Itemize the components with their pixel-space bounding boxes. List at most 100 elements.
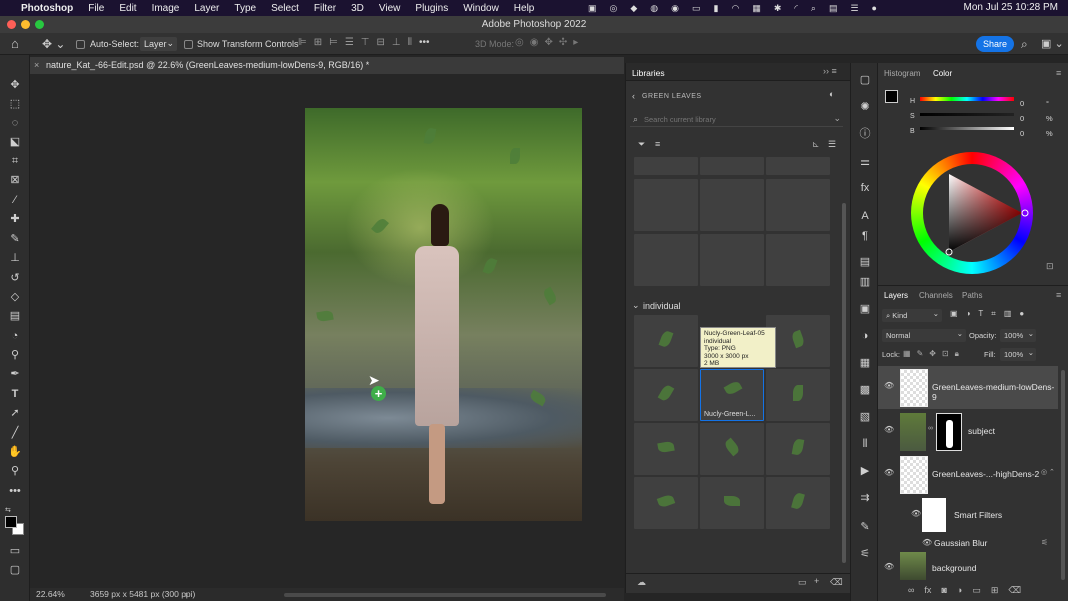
visibility-eye-icon[interactable]: 👁︎ [911,509,921,518]
brightness-slider[interactable] [920,127,1014,130]
smart-filter-indicator-icon[interactable]: ◎ ⌃ [1041,468,1055,476]
healing-brush-tool-icon[interactable]: ✚ [7,212,23,226]
menu-help[interactable]: Help [514,3,535,14]
visibility-eye-icon[interactable]: 👁︎ [884,562,894,571]
opacity-field[interactable]: 100% ⌄ [1000,329,1036,342]
more-options-icon[interactable]: ••• [419,37,430,48]
tab-layers[interactable]: Layers [884,291,908,300]
layer-name[interactable]: background [932,563,976,573]
visibility-eye-icon[interactable]: 👁︎ [884,468,894,477]
adjustment-filter-icon[interactable]: ◑ [966,309,971,319]
layers-scrollbar[interactable] [1061,370,1065,580]
library-item[interactable] [634,234,698,286]
delete-layer-icon[interactable]: ⌫ [1008,585,1021,596]
tab-color[interactable]: Color [933,69,952,78]
comments-icon[interactable]: ▢ [857,73,873,87]
shape-filter-icon[interactable]: ⌗ [991,309,996,319]
layer-mask-thumbnail[interactable] [936,413,962,451]
color-triangle[interactable] [911,152,1033,274]
lock-artboard-icon[interactable]: ⊡ [942,349,949,359]
color-wheel[interactable] [911,152,1033,274]
library-item[interactable] [766,234,830,286]
library-item[interactable] [634,157,698,175]
adjustment-layer-icon[interactable]: ◑ [957,585,962,596]
visibility-eye-icon[interactable]: 👁︎ [884,425,894,434]
smart-object-filter-icon[interactable]: ▥ [1004,309,1012,319]
menu-file[interactable]: File [88,3,104,14]
smart-filter-mask-thumbnail[interactable] [922,498,946,532]
layer-row-selected[interactable]: 👁︎ GreenLeaves-medium-lowDens-9 [878,366,1058,409]
trash-icon[interactable]: ⌫ [830,577,843,588]
menu-filter[interactable]: Filter [314,3,336,14]
tab-libraries[interactable]: Libraries [632,68,665,78]
properties-icon[interactable]: ⚌ [857,155,873,169]
grammarly-icon[interactable]: ◉ [671,3,679,14]
grid-icon[interactable]: ▦ [752,3,761,14]
gradients-icon[interactable]: ▧ [857,410,873,424]
share-button[interactable]: Share [976,36,1014,52]
kind-filter[interactable]: ⌕ Kind ⌄ [882,309,942,322]
menu-3d[interactable]: 3D [351,3,364,14]
library-item[interactable] [766,477,830,529]
distribute-icon[interactable]: ☰ [345,37,354,48]
menu-app[interactable]: Photoshop [21,3,73,14]
blend-mode-dropdown[interactable]: Normal ⌄ [882,329,966,342]
glyphs-icon[interactable]: ▤ [857,255,873,269]
library-item[interactable] [634,315,698,367]
actions-icon[interactable]: ▶ [857,464,873,478]
menu-image[interactable]: Image [152,3,180,14]
back-arrow-icon[interactable]: ‹ [632,91,635,101]
h-value[interactable]: 0 [1020,99,1024,108]
filter-icon[interactable]: ⏷ [638,139,645,150]
lock-all-icon[interactable]: 🔒︎ [955,349,959,359]
view-type-icon[interactable]: ⊾ [812,139,820,150]
eraser-tool-icon[interactable]: ◇ [7,290,23,304]
new-group-icon[interactable]: ▭ [972,585,981,596]
history-brush-tool-icon[interactable]: ↺ [7,271,23,285]
move-tool-icon[interactable]: ✥ [7,78,23,92]
cloud-icon[interactable]: ☁ [637,577,646,588]
layer-name[interactable]: subject [968,426,995,436]
panel-menu-icon[interactable]: ≡ [1056,68,1061,78]
document-info[interactable]: 3659 px x 5481 px (300 ppi) [90,588,195,601]
edit-toolbar-icon[interactable]: ••• [7,484,23,498]
line-tool-icon[interactable]: ╱ [7,426,23,440]
screen-record-icon[interactable]: ▣ [588,3,597,14]
pen-tool-icon[interactable]: ✒ [7,367,23,381]
add-person-icon[interactable]: ◐ [829,89,834,99]
channels-icon[interactable]: ⦀ [857,437,873,451]
quick-mask-icon[interactable]: ▭ [7,544,23,558]
brush-settings-icon[interactable]: ⚟ [857,547,873,561]
dropbox-icon[interactable]: ◆ [630,3,637,14]
creative-cloud-icon[interactable]: ◎ [610,3,618,14]
arc-icon[interactable]: ◠ [731,3,739,14]
wifi-icon[interactable]: ◜ [794,3,798,14]
menu-window[interactable]: Window [463,3,499,14]
zoom-window-button[interactable] [35,20,44,29]
hue-slider[interactable] [920,97,1014,101]
tab-histogram[interactable]: Histogram [884,69,920,78]
add-mask-icon[interactable]: ◙ [941,585,946,596]
expand-icon[interactable]: ⊡ [1046,261,1054,272]
library-item[interactable] [700,423,764,475]
zoom-level[interactable]: 22.64% [36,588,65,601]
libraries-icon[interactable]: ▣ [857,302,873,316]
panel-menu-icon[interactable]: ≡ [1056,290,1061,300]
foreground-color-chip[interactable] [885,90,898,103]
menu-view[interactable]: View [379,3,401,14]
visibility-eye-icon[interactable]: 👁︎ [884,381,894,390]
show-transform-checkbox[interactable] [184,40,193,49]
link-icon[interactable]: ∞ [928,425,933,432]
library-item[interactable] [766,179,830,231]
menu-type[interactable]: Type [234,3,256,14]
lock-transparency-icon[interactable]: ▦ [903,349,911,359]
align-bottom-icon[interactable]: ⊥ [392,37,401,48]
lasso-tool-icon[interactable]: ◌ [7,116,23,130]
auto-select-dropdown[interactable]: Layer ⌄ [140,37,177,51]
library-search-field[interactable]: ⌕ ⌄ [630,113,843,127]
type-tool-icon[interactable]: T [7,387,23,401]
chevron-down-icon[interactable]: ⌄ [632,300,640,311]
collapse-panel-icon[interactable]: ›› ≡ [823,66,837,76]
orbit-3d-icon[interactable]: ◎ [515,37,524,48]
clone-stamp-tool-icon[interactable]: ⊥ [7,251,23,265]
